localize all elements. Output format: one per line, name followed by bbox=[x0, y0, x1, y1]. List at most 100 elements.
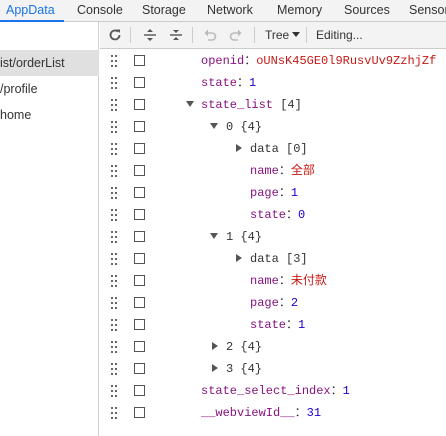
drag-handle-icon[interactable] bbox=[111, 143, 117, 155]
tree-node-item-1-state[interactable]: state：1 bbox=[250, 314, 305, 336]
tree-node-openid[interactable]: openid：oUNsK45GE0l9RusvUv9ZzhjZf bbox=[201, 50, 436, 72]
drag-handle-icon[interactable] bbox=[111, 187, 117, 199]
disclosure-triangle-icon[interactable] bbox=[236, 254, 242, 262]
tab-appdata[interactable]: AppData bbox=[6, 0, 55, 22]
tree-value[interactable]: oUNsK45GE0l9RusvUv9ZzhjZf bbox=[256, 54, 436, 68]
tab-console[interactable]: Console bbox=[77, 0, 123, 22]
drag-handle-icon[interactable] bbox=[111, 385, 117, 397]
checkbox-icon[interactable] bbox=[134, 407, 145, 418]
tree-node-item-2[interactable]: 2 {4} bbox=[226, 336, 262, 358]
checkbox-icon[interactable] bbox=[134, 99, 145, 110]
checkbox-icon[interactable] bbox=[134, 165, 145, 176]
tree-node-item-0-data[interactable]: data [0] bbox=[250, 138, 308, 160]
drag-handle-icon[interactable] bbox=[111, 55, 117, 67]
tree-row-item-1-page[interactable]: page：2 bbox=[100, 292, 446, 314]
tree-row-item-2[interactable]: 2 {4} bbox=[100, 336, 446, 358]
view-mode-select[interactable]: Tree bbox=[265, 22, 289, 49]
tree-node-state-select-index[interactable]: state_select_index：1 bbox=[201, 380, 350, 402]
drag-handle-icon[interactable] bbox=[111, 165, 117, 177]
checkbox-icon[interactable] bbox=[134, 253, 145, 264]
collapse-all-icon[interactable] bbox=[167, 26, 185, 44]
drag-handle-icon[interactable] bbox=[111, 341, 117, 353]
tree-row-item-0-page[interactable]: page：1 bbox=[100, 182, 446, 204]
drag-handle-icon[interactable] bbox=[111, 319, 117, 331]
drag-handle-icon[interactable] bbox=[111, 121, 117, 133]
tree-row-item-1-name[interactable]: name：未付款 bbox=[100, 270, 446, 292]
redo-icon[interactable] bbox=[227, 26, 245, 44]
tree-row-item-1[interactable]: 1 {4} bbox=[100, 226, 446, 248]
tree-value[interactable]: 31 bbox=[307, 406, 321, 420]
checkbox-icon[interactable] bbox=[134, 385, 145, 396]
disclosure-triangle-icon[interactable] bbox=[236, 144, 242, 152]
drag-handle-icon[interactable] bbox=[111, 363, 117, 375]
page-item-home[interactable]: home bbox=[0, 102, 99, 128]
tree-node-item-0-name[interactable]: name：全部 bbox=[250, 160, 315, 182]
checkbox-icon[interactable] bbox=[134, 121, 145, 132]
tree-row-item-0-state[interactable]: state：0 bbox=[100, 204, 446, 226]
chevron-down-icon[interactable] bbox=[292, 32, 300, 37]
checkbox-icon[interactable] bbox=[134, 297, 145, 308]
tree-node-item-1-name[interactable]: name：未付款 bbox=[250, 270, 327, 292]
checkbox-icon[interactable] bbox=[134, 187, 145, 198]
tree-value[interactable]: 2 bbox=[291, 296, 298, 310]
page-item-profile[interactable]: /profile bbox=[0, 76, 99, 102]
tree-row-item-0-data[interactable]: data [0] bbox=[100, 138, 446, 160]
checkbox-icon[interactable] bbox=[134, 319, 145, 330]
tree-node-item-0-page[interactable]: page：1 bbox=[250, 182, 298, 204]
tree-node-item-0[interactable]: 0 {4} bbox=[226, 116, 262, 138]
checkbox-icon[interactable] bbox=[134, 77, 145, 88]
tree-node-item-1-page[interactable]: page：2 bbox=[250, 292, 298, 314]
tree-row-item-1-state[interactable]: state：1 bbox=[100, 314, 446, 336]
tree-value[interactable]: 1 bbox=[343, 384, 350, 398]
drag-handle-icon[interactable] bbox=[111, 275, 117, 287]
disclosure-triangle-icon[interactable] bbox=[212, 364, 218, 372]
checkbox-icon[interactable] bbox=[134, 143, 145, 154]
undo-icon[interactable] bbox=[201, 26, 219, 44]
checkbox-icon[interactable] bbox=[134, 231, 145, 242]
tab-memory[interactable]: Memory bbox=[277, 0, 322, 22]
checkbox-icon[interactable] bbox=[134, 275, 145, 286]
tree-node-item-1-data[interactable]: data [3] bbox=[250, 248, 308, 270]
tree-row-state[interactable]: state：1 bbox=[100, 72, 446, 94]
tree-value[interactable]: 未付款 bbox=[291, 274, 327, 288]
disclosure-triangle-icon[interactable] bbox=[212, 342, 218, 350]
tree-value[interactable]: 全部 bbox=[291, 164, 315, 178]
tree-row-openid[interactable]: openid：oUNsK45GE0l9RusvUv9ZzhjZf bbox=[100, 50, 446, 72]
tree-row-item-3[interactable]: 3 {4} bbox=[100, 358, 446, 380]
drag-handle-icon[interactable] bbox=[111, 77, 117, 89]
tree-row-state-list[interactable]: state_list [4] bbox=[100, 94, 446, 116]
tree-value[interactable]: 1 bbox=[291, 186, 298, 200]
disclosure-triangle-icon[interactable] bbox=[210, 233, 218, 239]
tree-node-state-list[interactable]: state_list [4] bbox=[201, 94, 302, 116]
tab-sources[interactable]: Sources bbox=[344, 0, 390, 22]
tree-value[interactable]: 0 bbox=[298, 208, 305, 222]
tree-row-item-1-data[interactable]: data [3] bbox=[100, 248, 446, 270]
drag-handle-icon[interactable] bbox=[111, 407, 117, 419]
drag-handle-icon[interactable] bbox=[111, 99, 117, 111]
expand-all-icon[interactable] bbox=[141, 26, 159, 44]
tree-row-item-0[interactable]: 0 {4} bbox=[100, 116, 446, 138]
tree-value[interactable]: 1 bbox=[249, 76, 256, 90]
checkbox-icon[interactable] bbox=[134, 209, 145, 220]
drag-handle-icon[interactable] bbox=[111, 253, 117, 265]
tree-node-webview-id[interactable]: __webviewId__：31 bbox=[201, 402, 321, 424]
tree-node-state[interactable]: state：1 bbox=[201, 72, 256, 94]
refresh-icon[interactable] bbox=[106, 26, 124, 44]
tree-node-item-1[interactable]: 1 {4} bbox=[226, 226, 262, 248]
page-item-orderlist[interactable]: ist/orderList bbox=[0, 50, 99, 76]
checkbox-icon[interactable] bbox=[134, 55, 145, 66]
drag-handle-icon[interactable] bbox=[111, 231, 117, 243]
checkbox-icon[interactable] bbox=[134, 363, 145, 374]
tree-node-item-3[interactable]: 3 {4} bbox=[226, 358, 262, 380]
tab-sensor[interactable]: Sensor bbox=[409, 0, 446, 22]
checkbox-icon[interactable] bbox=[134, 341, 145, 352]
disclosure-triangle-icon[interactable] bbox=[210, 123, 218, 129]
tab-storage[interactable]: Storage bbox=[142, 0, 186, 22]
tree-value[interactable]: 1 bbox=[298, 318, 305, 332]
tree-row-item-0-name[interactable]: name：全部 bbox=[100, 160, 446, 182]
tree-row-webview-id[interactable]: __webviewId__：31 bbox=[100, 402, 446, 424]
tree-node-item-0-state[interactable]: state：0 bbox=[250, 204, 305, 226]
disclosure-triangle-icon[interactable] bbox=[186, 101, 194, 107]
tree-row-state-select-index[interactable]: state_select_index：1 bbox=[100, 380, 446, 402]
drag-handle-icon[interactable] bbox=[111, 209, 117, 221]
